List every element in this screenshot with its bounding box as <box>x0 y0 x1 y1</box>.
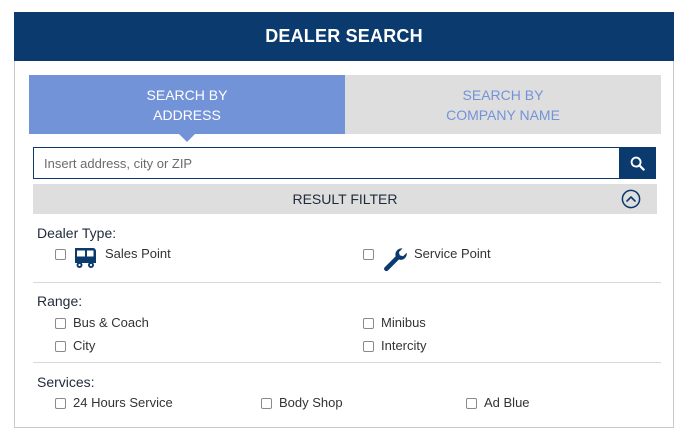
body-shop-checkbox[interactable] <box>261 398 272 409</box>
body-shop-label: Body Shop <box>279 395 343 410</box>
range-title: Range: <box>37 293 83 309</box>
minibus-label: Minibus <box>381 315 426 330</box>
dealer-search-panel: DEALER SEARCH SEARCH BY ADDRESS SEARCH B… <box>14 12 674 428</box>
minibus-checkbox[interactable] <box>363 318 374 329</box>
section-divider <box>33 282 661 283</box>
tab-search-by-company-name[interactable]: SEARCH BY COMPANY NAME <box>345 75 661 134</box>
24-hours-service-label: 24 Hours Service <box>73 395 173 410</box>
search-button[interactable] <box>619 147 656 179</box>
service-option-ad-blue[interactable]: Ad Blue <box>466 395 530 410</box>
city-checkbox[interactable] <box>55 341 66 352</box>
intercity-label: Intercity <box>381 338 427 353</box>
result-filter-bar[interactable]: RESULT FILTER <box>33 184 657 214</box>
panel-title: DEALER SEARCH <box>265 26 423 46</box>
bus-coach-checkbox[interactable] <box>55 318 66 329</box>
dealer-type-option-service-point[interactable]: Service Point <box>363 246 491 272</box>
panel-header: DEALER SEARCH <box>14 12 674 61</box>
range-option-city[interactable]: City <box>55 338 95 353</box>
search-tabs: SEARCH BY ADDRESS SEARCH BY COMPANY NAME <box>29 75 661 142</box>
sales-point-label: Sales Point <box>105 246 171 261</box>
tab-label-line2: ADDRESS <box>153 106 221 123</box>
bus-icon <box>75 248 96 268</box>
intercity-checkbox[interactable] <box>363 341 374 352</box>
result-filter-label: RESULT FILTER <box>292 191 398 207</box>
range-option-intercity[interactable]: Intercity <box>363 338 427 353</box>
section-divider <box>33 362 661 363</box>
tab-label-line2: COMPANY NAME <box>446 106 560 123</box>
services-title: Services: <box>37 374 95 390</box>
ad-blue-label: Ad Blue <box>484 395 530 410</box>
address-search-input[interactable] <box>33 147 619 179</box>
service-option-24-hours[interactable]: 24 Hours Service <box>55 395 173 410</box>
bus-coach-label: Bus & Coach <box>73 315 149 330</box>
dealer-type-title: Dealer Type: <box>37 225 117 241</box>
tab-label-line1: SEARCH BY <box>462 86 544 103</box>
search-icon <box>630 156 645 171</box>
search-row <box>33 147 656 179</box>
chevron-up-circle-icon[interactable] <box>621 189 641 209</box>
dealer-type-option-sales-point[interactable]: Sales Point <box>55 246 171 270</box>
24-hours-service-checkbox[interactable] <box>55 398 66 409</box>
wrench-icon <box>384 248 407 272</box>
tab-label-line1: SEARCH BY <box>146 86 228 103</box>
city-label: City <box>73 338 96 353</box>
service-point-label: Service Point <box>414 246 491 261</box>
range-option-bus-coach[interactable]: Bus & Coach <box>55 315 149 330</box>
sales-point-checkbox[interactable] <box>55 249 66 260</box>
range-option-minibus[interactable]: Minibus <box>363 315 426 330</box>
service-point-checkbox[interactable] <box>363 249 374 260</box>
service-option-body-shop[interactable]: Body Shop <box>261 395 343 410</box>
ad-blue-checkbox[interactable] <box>466 398 477 409</box>
tab-search-by-address[interactable]: SEARCH BY ADDRESS <box>29 75 345 142</box>
